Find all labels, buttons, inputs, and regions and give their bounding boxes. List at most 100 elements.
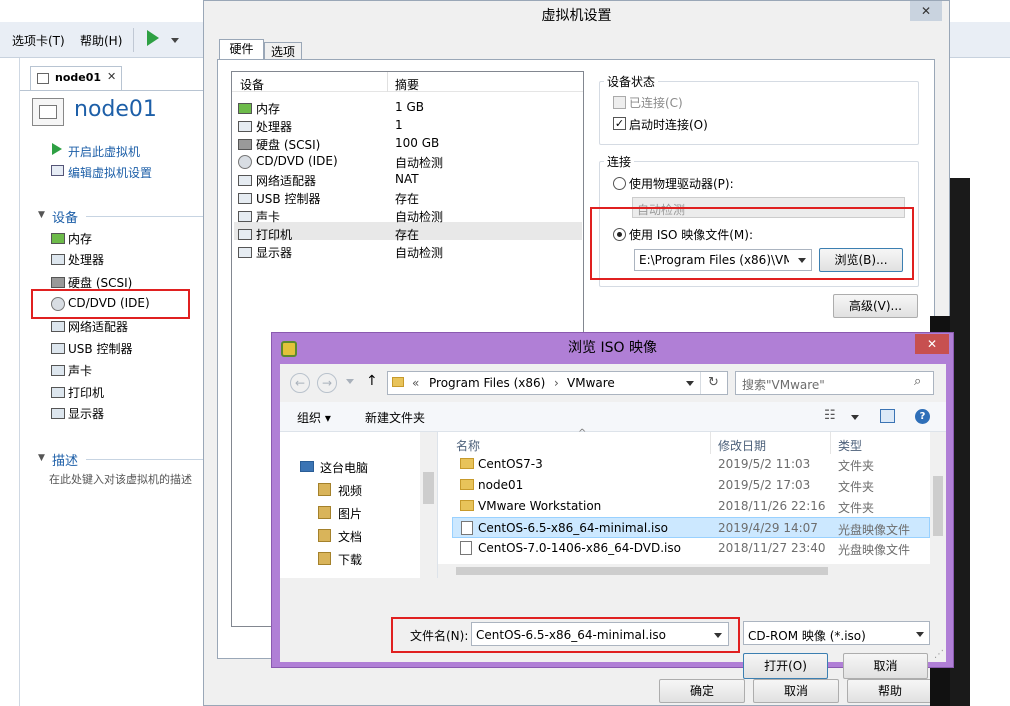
menu-help[interactable]: 帮助(H)	[80, 32, 122, 49]
view-icon[interactable]: ☷	[824, 408, 836, 423]
collapse-icon[interactable]: ▼	[38, 453, 45, 463]
up-icon[interactable]: ↑	[366, 373, 378, 389]
table-row[interactable]: 显示器	[256, 244, 292, 261]
ok-button[interactable]: 确定	[659, 679, 745, 703]
disc-image-icon	[460, 541, 472, 555]
refresh-icon[interactable]: ↻	[708, 375, 719, 390]
nav-videos[interactable]: 视频	[338, 482, 362, 499]
table-row[interactable]: USB 控制器	[256, 190, 320, 207]
back-icon[interactable]: ←	[290, 373, 310, 393]
file-row[interactable]: node01 2019/5/2 17:03 文件夹	[438, 475, 930, 496]
device-processor[interactable]: 处理器	[68, 251, 104, 268]
display-icon	[51, 408, 65, 419]
file-row[interactable]: VMware Workstation 2018/11/26 22:16 文件夹	[438, 496, 930, 517]
table-row[interactable]: 内存	[256, 100, 280, 117]
breadcrumb-vmware[interactable]: VMware	[567, 376, 615, 390]
display-icon	[238, 247, 252, 258]
chevron-down-icon[interactable]	[346, 379, 354, 384]
column-name[interactable]: 名称	[456, 437, 480, 454]
row-summary: 自动检测	[395, 246, 444, 260]
forward-icon[interactable]: →	[317, 373, 337, 393]
device-memory[interactable]: 内存	[68, 230, 92, 247]
close-icon[interactable]: ✕	[910, 1, 942, 21]
cancel-button[interactable]: 取消	[753, 679, 839, 703]
close-icon[interactable]: ✕	[915, 334, 949, 354]
tab-node01[interactable]: node01 ✕	[30, 66, 122, 90]
open-button[interactable]: 打开(O)	[743, 653, 828, 679]
physical-drive-radio[interactable]	[613, 177, 626, 190]
menu-tabs[interactable]: 选项卡(T)	[12, 32, 65, 49]
connected-label: 已连接(C)	[629, 96, 683, 110]
file-row[interactable]: CentOS7-3 2019/5/2 11:03 文件夹	[438, 454, 930, 475]
table-row[interactable]: 硬盘 (SCSI)	[256, 136, 320, 153]
path-overflow[interactable]: «	[412, 376, 419, 390]
connect-on-start-checkbox[interactable]: ✓	[613, 117, 626, 130]
row-summary: NAT	[395, 172, 419, 186]
vm-icon	[37, 73, 49, 84]
description-placeholder[interactable]: 在此处键入对该虚拟机的描述	[49, 471, 204, 487]
help-button[interactable]: 帮助	[847, 679, 933, 703]
table-row[interactable]: 打印机	[256, 226, 292, 243]
file-row-selected[interactable]: CentOS-6.5-x86_64-minimal.iso 2019/4/29 …	[452, 517, 930, 538]
nav-pictures[interactable]: 图片	[338, 505, 362, 522]
search-icon[interactable]: ⌕	[914, 374, 921, 389]
table-row[interactable]: CD/DVD (IDE)	[256, 154, 338, 168]
address-bar[interactable]: « Program Files (x86) › VMware ↻	[387, 371, 728, 395]
nav-this-pc[interactable]: 这台电脑	[320, 459, 368, 476]
help-icon[interactable]: ?	[915, 409, 930, 424]
close-icon[interactable]: ✕	[107, 70, 116, 83]
chevron-down-icon[interactable]	[851, 415, 859, 420]
column-type[interactable]: 类型	[838, 437, 862, 454]
chevron-down-icon[interactable]	[686, 381, 694, 386]
library-pane-edge	[0, 58, 20, 706]
row-summary: 1 GB	[395, 100, 424, 114]
table-row[interactable]: 网络适配器	[256, 172, 316, 189]
file-row[interactable]: CentOS-7.0-1406-x86_64-DVD.iso 2018/11/2…	[438, 538, 930, 559]
organize-button[interactable]: 组织 ▾	[297, 409, 331, 426]
cancel-button[interactable]: 取消	[843, 653, 928, 679]
browse-iso-dialog: 浏览 ISO 映像 ✕ ← → ↑ « Program Files (x86) …	[271, 332, 954, 679]
device-status-group	[599, 81, 919, 145]
vertical-scrollbar[interactable]	[930, 432, 946, 578]
file-type: 光盘映像文件	[838, 523, 911, 537]
device-sound[interactable]: 声卡	[68, 362, 92, 379]
resize-grip-icon[interactable]: ⋰	[934, 649, 944, 660]
device-network[interactable]: 网络适配器	[68, 318, 128, 335]
device-printer[interactable]: 打印机	[68, 384, 104, 401]
device-display[interactable]: 显示器	[68, 405, 104, 422]
power-on-link[interactable]: 开启此虚拟机	[68, 143, 140, 160]
chevron-down-icon[interactable]	[171, 38, 179, 43]
tab-hardware[interactable]: 硬件	[219, 39, 264, 61]
connection-label: 连接	[604, 153, 635, 170]
play-icon[interactable]	[147, 30, 159, 46]
videos-icon	[318, 483, 331, 496]
nav-documents[interactable]: 文档	[338, 528, 362, 545]
file-list[interactable]: ^ 名称 修改日期 类型 CentOS7-3 2019/5/2 11:03 文件…	[438, 428, 946, 578]
navigation-pane: 这台电脑 视频 图片 文档 下载	[280, 432, 438, 578]
nav-downloads[interactable]: 下载	[338, 551, 362, 568]
file-type-filter[interactable]: CD-ROM 映像 (*.iso)	[743, 621, 930, 645]
file-date: 2019/5/2 17:03	[718, 478, 811, 492]
computer-icon	[300, 461, 314, 472]
table-row[interactable]: 处理器	[256, 118, 292, 135]
collapse-icon[interactable]: ▼	[38, 210, 45, 220]
search-input[interactable]: 搜索"VMware" ⌕	[735, 371, 934, 395]
preview-pane-icon[interactable]	[880, 409, 895, 423]
column-summary[interactable]: 摘要	[395, 76, 419, 93]
divider	[86, 459, 204, 460]
folder-icon	[460, 479, 474, 490]
advanced-button[interactable]: 高级(V)...	[833, 294, 918, 318]
column-date[interactable]: 修改日期	[718, 437, 766, 454]
breadcrumb-separator[interactable]: ›	[554, 376, 559, 390]
chevron-down-icon[interactable]	[916, 632, 924, 637]
scrollbar[interactable]	[420, 432, 437, 578]
column-device[interactable]: 设备	[240, 76, 264, 93]
pictures-icon	[318, 506, 331, 519]
new-folder-button[interactable]: 新建文件夹	[365, 409, 425, 426]
edit-settings-link[interactable]: 编辑虚拟机设置	[68, 164, 152, 181]
table-row[interactable]: 声卡	[256, 208, 280, 225]
device-usb[interactable]: USB 控制器	[68, 340, 132, 357]
breadcrumb-program-files[interactable]: Program Files (x86)	[429, 376, 545, 390]
horizontal-scrollbar[interactable]	[438, 564, 930, 578]
connected-checkbox[interactable]	[613, 96, 626, 109]
